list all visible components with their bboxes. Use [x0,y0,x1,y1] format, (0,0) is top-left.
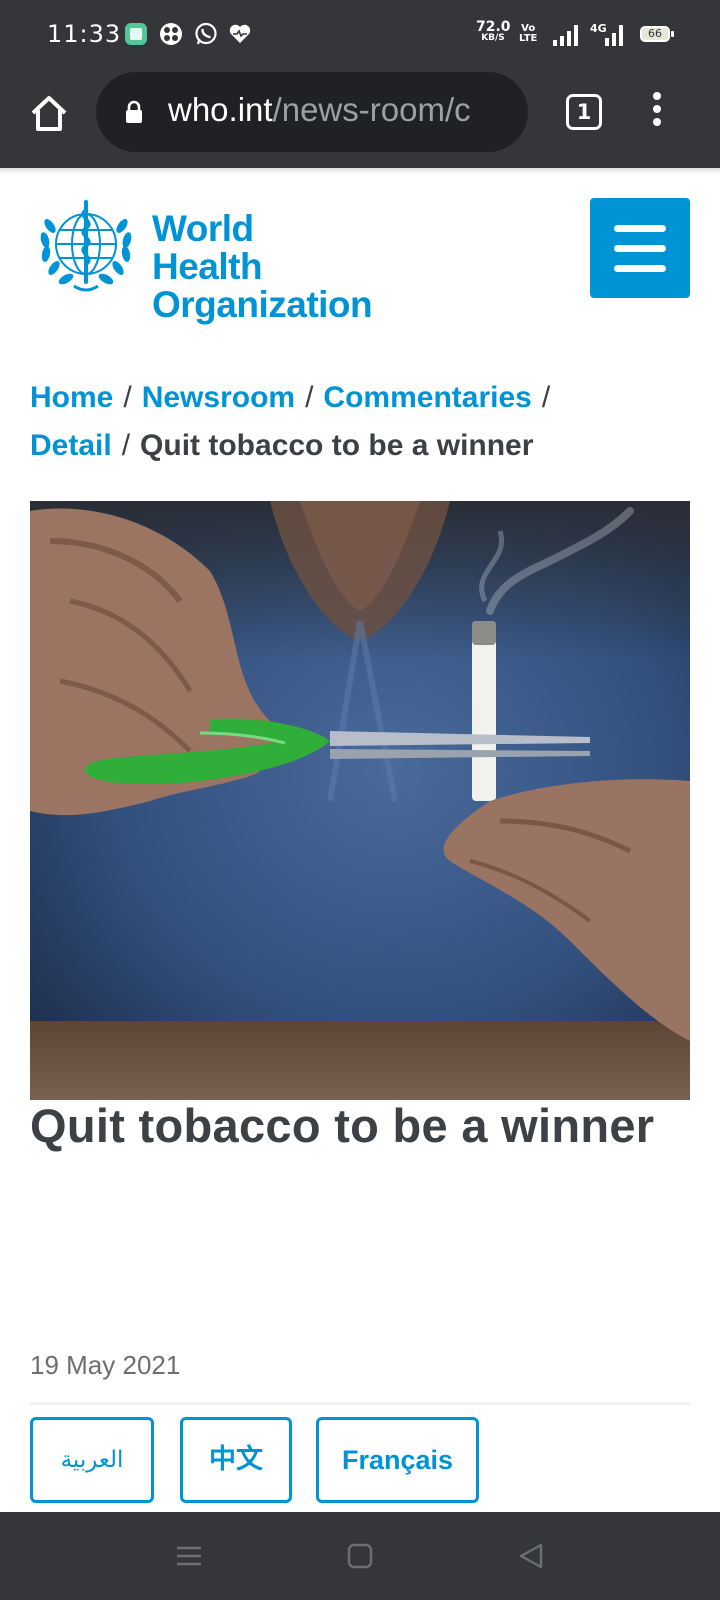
network-speed-value: 72.0 [476,19,511,35]
site-menu-button[interactable] [590,198,690,298]
who-logo[interactable]: World Health Organization [30,196,373,324]
language-chinese-button[interactable]: 中文 [180,1417,292,1503]
breadcrumb-newsroom[interactable]: Newsroom [142,381,295,414]
language-arabic-button[interactable]: العربية [30,1417,154,1503]
breadcrumb-separator: / [121,429,131,462]
gallery-icon [125,23,147,45]
lock-icon [126,100,142,123]
who-logo-text: World Health Organization [152,208,373,325]
status-time: 11:33 [47,20,122,48]
signal-4g-icon [605,25,623,46]
logo-line-2: Organization [152,284,373,325]
breadcrumb-separator: / [305,381,314,414]
divider [30,1402,690,1405]
breadcrumb-home[interactable]: Home [30,381,113,414]
health-heart-icon [229,24,251,43]
breadcrumb-detail[interactable]: Detail [30,429,112,462]
breadcrumb-commentaries[interactable]: Commentaries [323,381,531,414]
app-grid-icon [160,23,182,45]
network-speed: 72.0 KB/S [476,19,511,44]
tab-switcher-button[interactable]: 1 [566,94,602,130]
url-text[interactable]: who.int/news-room/c [168,91,471,129]
article-hero-image [30,501,690,1100]
volte-indicator: Vo LTE [519,24,537,44]
whatsapp-icon [195,22,217,45]
back-icon[interactable] [517,1542,545,1570]
breadcrumb-current: Quit tobacco to be a winner [140,429,534,462]
address-bar[interactable]: who.int/news-room/c [96,72,528,152]
toolbar-shadow [0,168,720,174]
url-path: /news-room/c [272,91,471,128]
url-host: who.int [168,91,273,128]
system-navigation-bar [0,1512,720,1600]
more-menu-icon[interactable] [650,92,664,132]
signal-icon [553,25,578,46]
scissors-cutting-cigarette-photo [30,501,690,1100]
breadcrumb-separator: / [541,381,551,414]
article-title: Quit tobacco to be a winner [30,1099,655,1152]
home-icon[interactable] [28,92,70,134]
browser-toolbar: who.int/news-room/c 1 [0,72,720,168]
breadcrumb-separator: / [123,381,132,414]
breadcrumb: Home / Newsroom / Commentaries / Detail / Quit t… [30,374,670,470]
article-date: 19 May 2021 [30,1350,181,1380]
language-french-button[interactable]: Français [316,1417,479,1503]
logo-line-1: World Health [152,208,263,287]
status-bar: 11:33 72.0 KB/S Vo LTE 4G 66 [0,0,720,72]
battery-indicator: 66 [640,26,674,42]
home-nav-icon[interactable] [346,1542,374,1570]
who-emblem-icon [40,200,132,292]
recent-apps-icon[interactable] [175,1542,203,1570]
volte-bottom: LTE [519,33,538,44]
